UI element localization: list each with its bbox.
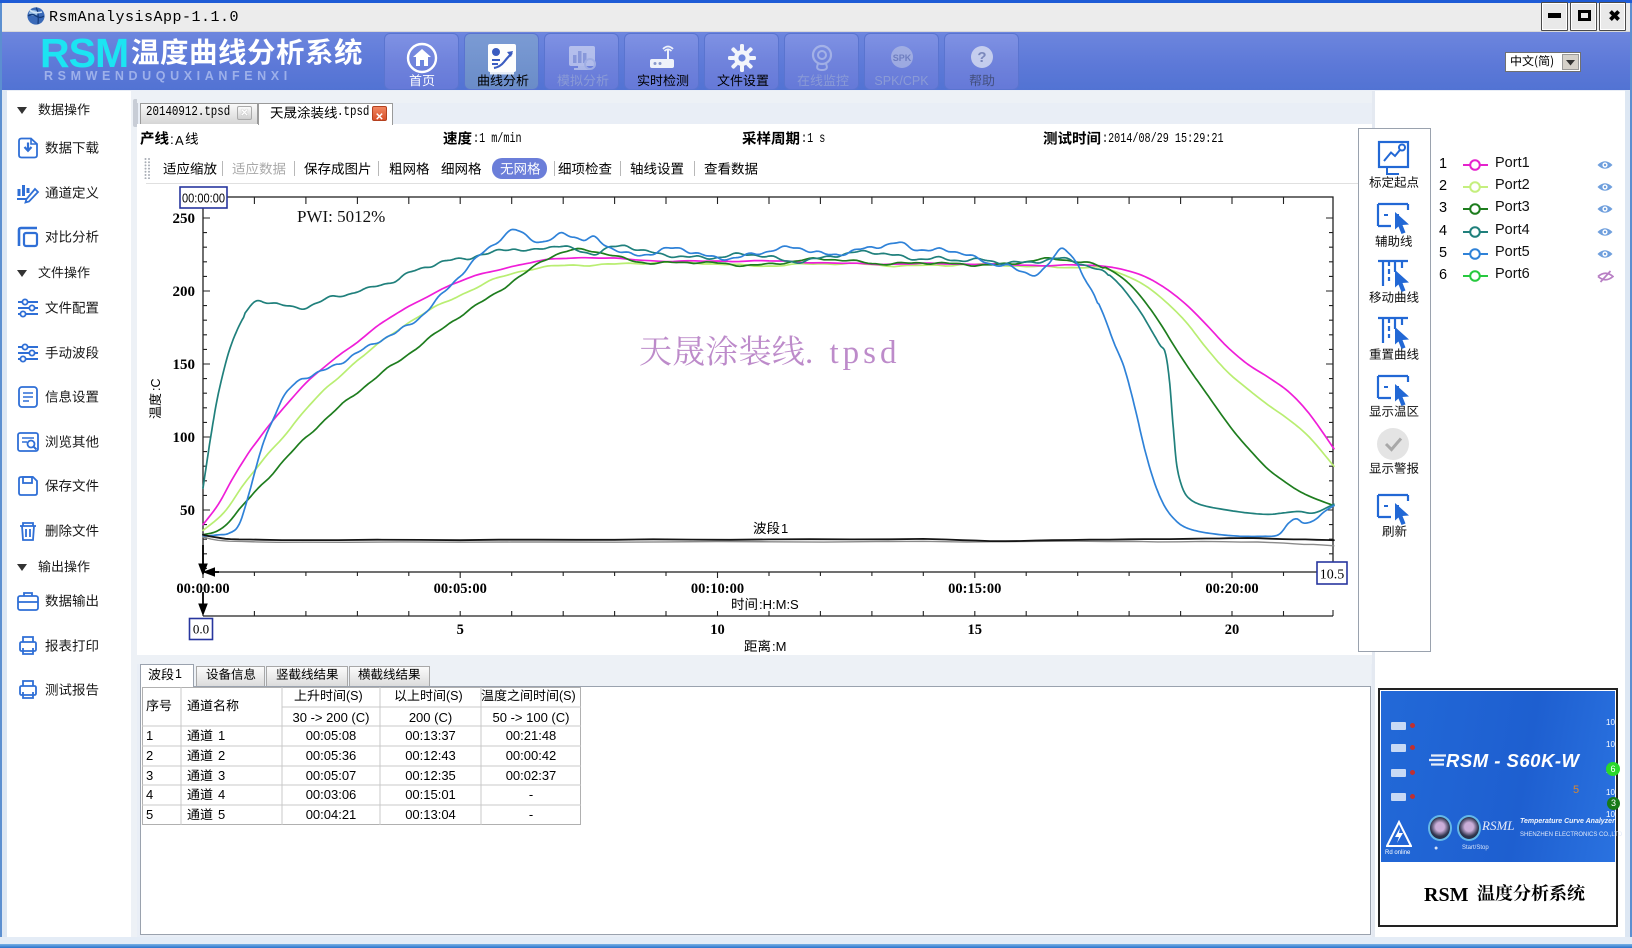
svg-text:00:15:00: 00:15:00	[948, 581, 1001, 597]
svg-text:. tpsd: . tpsd	[805, 335, 901, 371]
svg-text:10.5: 10.5	[1320, 568, 1345, 583]
svg-text:10: 10	[710, 622, 725, 638]
svg-text::M: :M	[772, 639, 786, 654]
svg-text:100: 100	[173, 430, 196, 446]
svg-text:0.0: 0.0	[193, 622, 209, 637]
svg-text:SPK: SPK	[892, 53, 911, 63]
svg-text:150: 150	[173, 357, 196, 373]
svg-text:1: 1	[781, 521, 788, 536]
svg-text:00:20:00: 00:20:00	[1205, 581, 1258, 597]
svg-text:00:05:00: 00:05:00	[434, 581, 487, 597]
svg-text:15: 15	[968, 622, 983, 638]
svg-text:00:00:00: 00:00:00	[182, 191, 225, 206]
svg-text:200: 200	[173, 284, 196, 300]
svg-text:20: 20	[1225, 622, 1240, 638]
svg-text:00:10:00: 00:10:00	[691, 581, 744, 597]
svg-text:50: 50	[180, 503, 195, 519]
svg-text::C: :C	[149, 379, 163, 392]
svg-text::H:M:S: :H:M:S	[759, 597, 799, 612]
svg-text:5: 5	[457, 622, 464, 638]
svg-text:PWI: 5012%: PWI: 5012%	[297, 207, 385, 226]
svg-text:250: 250	[173, 211, 196, 227]
svg-text:?: ?	[977, 49, 986, 66]
